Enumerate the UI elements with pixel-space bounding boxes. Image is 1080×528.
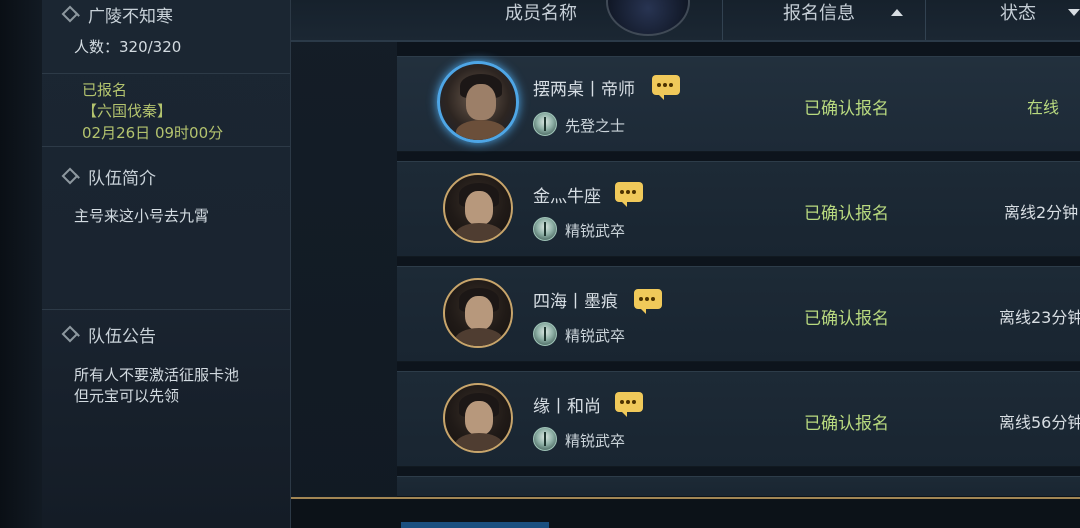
signup-event: 【六国伐秦】: [82, 102, 173, 120]
avatar: [437, 61, 519, 143]
rank-badge-icon: [533, 217, 557, 241]
member-row[interactable]: 摆两桌丨帝师 先登之士 已确认报名 在线: [397, 56, 1080, 152]
member-rank: 先登之士: [565, 117, 626, 135]
avatar: [443, 383, 513, 453]
chat-bubble-icon[interactable]: [634, 289, 662, 314]
notice-section: 队伍公告 所有人不要激活征服卡池 但元宝可以先领: [42, 310, 290, 528]
intro-heading: 队伍简介: [61, 164, 156, 189]
notice-heading: 队伍公告: [61, 322, 156, 347]
bottom-tab-indicator[interactable]: [401, 522, 549, 528]
intro-text: 主号来这小号去九霄: [74, 207, 210, 225]
guild-section: 广陵不知寒 人数：320/320: [42, 0, 290, 74]
avatar: [443, 173, 513, 243]
diamond-icon: [61, 5, 79, 23]
team-info-panel: 广陵不知寒 人数：320/320 已报名 【六国伐秦】 02月26日 09时00…: [42, 0, 291, 528]
member-list: 摆两桌丨帝师 先登之士 已确认报名 在线 金灬牛座 精锐武卒 已确认报名 离线2…: [397, 42, 1080, 496]
member-row-partial: [397, 476, 1080, 496]
left-edge: [0, 0, 42, 528]
column-divider: [925, 0, 926, 40]
signup-info-column[interactable]: 报名信息: [783, 0, 855, 40]
member-name: 缘丨和尚: [533, 397, 601, 417]
notice-line-1: 所有人不要激活征服卡池: [74, 366, 240, 384]
member-name: 四海丨墨痕: [533, 292, 618, 312]
screen: 广陵不知寒 人数：320/320 已报名 【六国伐秦】 02月26日 09时00…: [0, 0, 1080, 528]
notice-heading-label: 队伍公告: [88, 326, 156, 347]
signup-status: 已报名: [82, 81, 128, 99]
signup-status: 已确认报名: [804, 309, 889, 329]
signup-status: 已确认报名: [804, 414, 889, 434]
column-divider: [722, 0, 723, 40]
status-column[interactable]: 状态: [1000, 0, 1036, 40]
member-row[interactable]: 四海丨墨痕 精锐武卒 已确认报名 离线23分钟: [397, 266, 1080, 362]
intro-section: 队伍简介 主号来这小号去九霄: [42, 147, 290, 310]
member-row[interactable]: 缘丨和尚 精锐武卒 已确认报名 离线56分钟: [397, 371, 1080, 467]
signup-section: 已报名 【六国伐秦】 02月26日 09时00分: [42, 74, 290, 147]
online-status: 离线2分钟: [1004, 203, 1079, 222]
member-row[interactable]: 金灬牛座 精锐武卒 已确认报名 离线2分钟: [397, 161, 1080, 257]
guild-name: 广陵不知寒: [88, 6, 173, 27]
panel-gap: [291, 0, 397, 528]
notice-line-2: 但元宝可以先领: [74, 387, 180, 405]
guild-heading: 广陵不知寒: [61, 2, 173, 27]
avatar: [443, 278, 513, 348]
online-status: 离线23分钟: [999, 308, 1080, 327]
caret-up-icon[interactable]: [891, 9, 903, 16]
online-status: 离线56分钟: [999, 413, 1080, 432]
rank-badge-icon: [533, 427, 557, 451]
chat-bubble-icon[interactable]: [652, 75, 680, 100]
member-name: 金灬牛座: [533, 187, 601, 207]
signup-time: 02月26日 09时00分: [82, 124, 224, 142]
online-status: 在线: [1027, 98, 1060, 117]
intro-heading-label: 队伍简介: [88, 168, 156, 189]
rank-badge-icon: [533, 322, 557, 346]
diamond-icon: [61, 325, 79, 343]
diamond-icon: [61, 167, 79, 185]
member-rank: 精锐武卒: [565, 327, 626, 345]
member-rank: 精锐武卒: [565, 222, 626, 240]
rank-badge-icon: [533, 112, 557, 136]
member-name-column[interactable]: 成员名称: [505, 0, 577, 40]
chat-bubble-icon[interactable]: [615, 182, 643, 207]
member-name: 摆两桌丨帝师: [533, 80, 635, 100]
signup-status: 已确认报名: [804, 204, 889, 224]
chat-bubble-icon[interactable]: [615, 392, 643, 417]
member-count: 人数：320/320: [74, 38, 182, 56]
member-rank: 精锐武卒: [565, 432, 626, 450]
signup-status: 已确认报名: [804, 99, 889, 119]
caret-down-icon[interactable]: [1068, 9, 1080, 16]
